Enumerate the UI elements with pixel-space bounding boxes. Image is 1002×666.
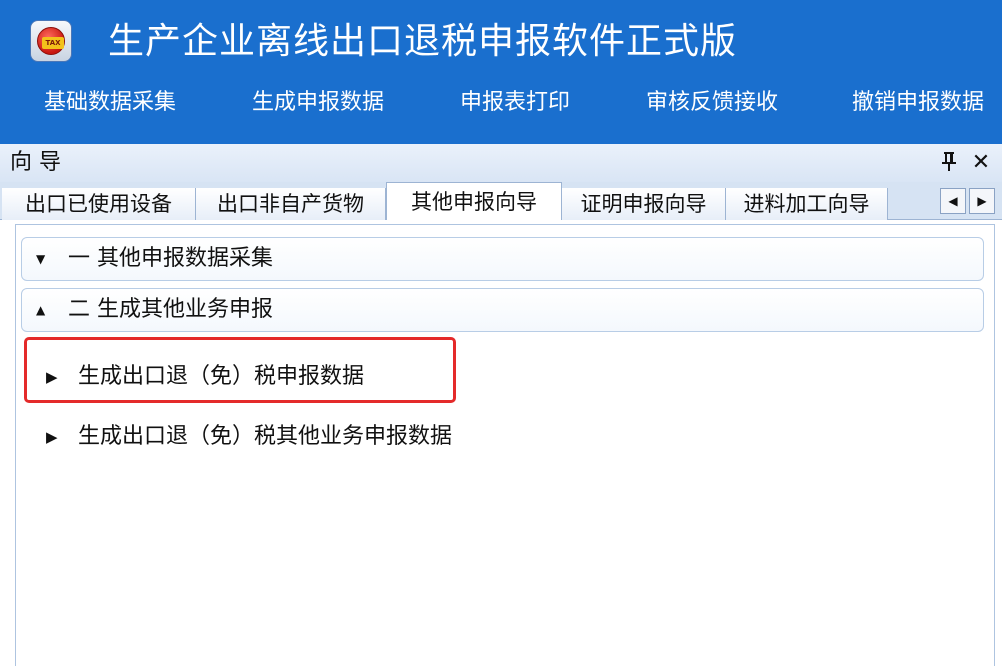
tabstrip: 出口已使用设备 出口非自产货物 其他申报向导 证明申报向导 进料加工向导 ◀ ▶	[0, 182, 1002, 220]
pane-titlebar: 向 导 ✕	[0, 144, 1002, 182]
app-logo-icon: TAX	[30, 20, 72, 62]
menu-feedback-receive[interactable]: 审核反馈接收	[646, 80, 778, 126]
tab-scroll-right-icon[interactable]: ▶	[969, 188, 995, 214]
chevron-up-icon: ▲	[36, 303, 46, 317]
tab-processing-import-wizard[interactable]: 进料加工向导	[726, 188, 888, 220]
app-title: 生产企业离线出口退税申报软件正式版	[108, 21, 738, 62]
triangle-right-icon: ▶	[46, 428, 58, 446]
pane-title: 向 导	[10, 150, 61, 175]
menu-basic-data-collection[interactable]: 基础数据采集	[44, 80, 176, 126]
section-other-data-collection[interactable]: ▼ 一 其他申报数据采集	[21, 237, 984, 281]
tab-other-declaration-wizard[interactable]: 其他申报向导	[386, 182, 562, 220]
menu-generate-declaration[interactable]: 生成申报数据	[252, 80, 384, 126]
close-icon[interactable]: ✕	[968, 150, 994, 176]
app-header: TAX 生产企业离线出口退税申报软件正式版 基础数据采集 生成申报数据 申报表打…	[0, 0, 1002, 144]
menubar: 基础数据采集 生成申报数据 申报表打印 审核反馈接收 撤销申报数据	[0, 80, 1002, 126]
section-label: 一 其他申报数据采集	[68, 246, 273, 271]
tab-scroll-left-icon[interactable]: ◀	[940, 188, 966, 214]
tab-used-equipment[interactable]: 出口已使用设备	[2, 188, 196, 220]
tab-certificate-wizard[interactable]: 证明申报向导	[562, 188, 726, 220]
section-label: 二 生成其他业务申报	[68, 297, 273, 322]
pin-icon-shape	[942, 152, 956, 171]
chevron-down-icon: ▼	[36, 252, 46, 266]
section-generate-other-business[interactable]: ▲ 二 生成其他业务申报	[21, 288, 984, 332]
tab-non-self-produced-goods[interactable]: 出口非自产货物	[196, 188, 386, 220]
item-label: 生成出口退（免）税其他业务申报数据	[78, 424, 453, 449]
pin-icon[interactable]	[938, 150, 960, 176]
menu-revoke-declaration[interactable]: 撤销申报数据	[852, 80, 984, 126]
menu-print-forms[interactable]: 申报表打印	[460, 80, 570, 126]
highlight-box	[24, 337, 456, 403]
wizard-content: ▼ 一 其他申报数据采集 ▲ 二 生成其他业务申报 ▶ 生成出口退（免）税申报数…	[15, 224, 995, 666]
logo-badge: TAX	[42, 37, 64, 49]
wizard-pane: 向 导 ✕ 出口已使用设备 出口非自产货物 其他申报向导 证明申报向导 进料加工…	[0, 144, 1002, 666]
